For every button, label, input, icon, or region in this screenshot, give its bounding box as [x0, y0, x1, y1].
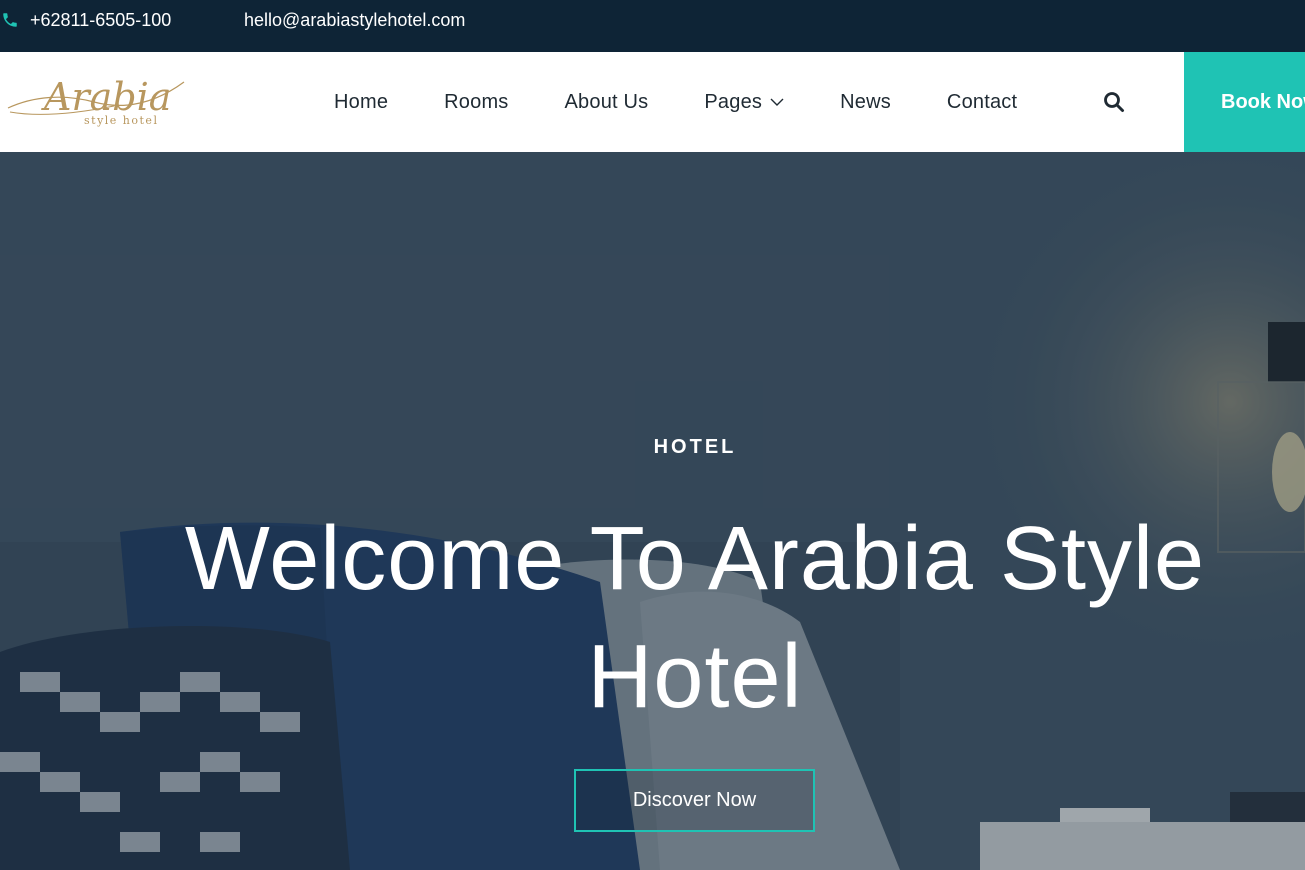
discover-now-label: Discover Now	[632, 789, 757, 811]
nav-contact[interactable]: Contact	[947, 91, 1017, 114]
site-logo[interactable]: Arabia style hotel	[4, 68, 194, 132]
nav-contact-label: Contact	[946, 90, 1018, 113]
logo-tagline: style hotel	[84, 114, 158, 127]
nav-rooms[interactable]: Rooms	[444, 91, 508, 114]
nav-about-label: About Us	[564, 90, 649, 113]
hero-title: Welcome To Arabia Style Hotel	[184, 509, 1206, 727]
hero-subtitle: HOTEL	[653, 436, 737, 458]
phone-icon	[0, 10, 20, 30]
nav-news[interactable]: News	[840, 91, 891, 114]
hero-section: HOTEL Welcome To Arabia Style Hotel Disc…	[0, 152, 1305, 870]
book-now-label: Book Now	[1221, 90, 1305, 113]
top-bar: +62811-6505-100 hello@arabiastylehotel.c…	[0, 0, 1305, 52]
nav-news-label: News	[840, 90, 891, 113]
book-now-button[interactable]: Book Now	[1184, 52, 1305, 152]
logo-brand: Arabia	[41, 75, 171, 119]
nav-about-us[interactable]: About Us	[565, 91, 649, 114]
nav-home-label: Home	[334, 90, 389, 113]
main-nav: Home Rooms About Us Pages News Contact	[306, 52, 1045, 152]
email-address: hello@arabiastylehotel.com	[244, 9, 466, 30]
chevron-down-icon	[770, 95, 784, 109]
nav-pages-label: Pages	[704, 90, 763, 113]
discover-now-button[interactable]: Discover Now	[574, 769, 815, 832]
topbar-email[interactable]: hello@arabiastylehotel.com	[244, 9, 465, 31]
nav-home[interactable]: Home	[334, 91, 388, 114]
nav-rooms-label: Rooms	[444, 90, 509, 113]
nav-pages[interactable]: Pages	[704, 91, 784, 114]
search-icon[interactable]	[1103, 91, 1125, 113]
site-header: Arabia style hotel Home Rooms About Us P…	[0, 52, 1305, 152]
topbar-phone[interactable]: +62811-6505-100	[0, 9, 171, 31]
logo-mark: Arabia style hotel	[7, 75, 185, 127]
phone-number: +62811-6505-100	[30, 9, 172, 30]
